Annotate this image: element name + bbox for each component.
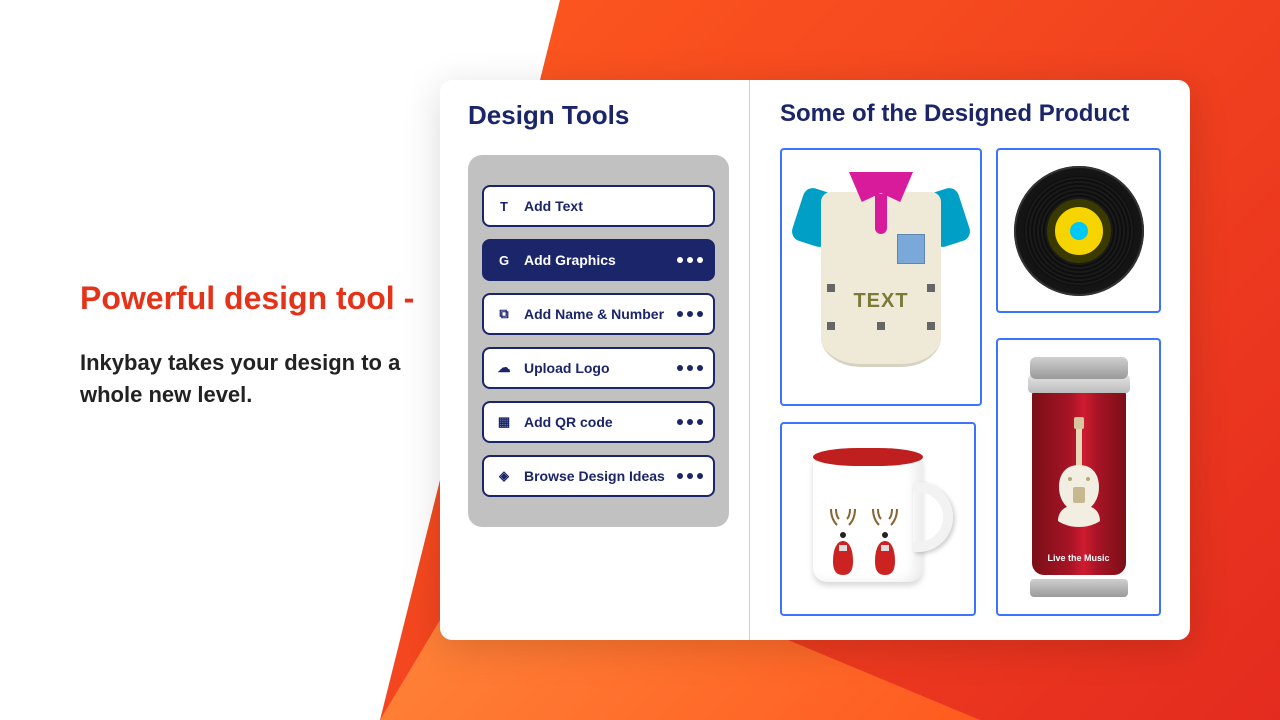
tool-add-name-number[interactable]: ⧉ Add Name & Number [482,293,715,335]
tool-add-text[interactable]: T Add Text [482,185,715,227]
more-dots-icon [677,365,703,371]
reindeer-icon [825,505,861,580]
product-shirt[interactable]: TEXT [780,148,982,406]
tool-label: Browse Design Ideas [524,468,667,484]
design-tools-panel: T Add Text G Add Graphics ⧉ Add Name & Number… [468,155,729,527]
more-dots-icon [677,257,703,263]
tumbler-text-label: Live the Music [1024,553,1134,563]
tool-label: Add Graphics [524,252,667,268]
mug-illustration [803,444,953,594]
hero-title: Powerful design tool - [80,280,440,317]
tool-add-graphics[interactable]: G Add Graphics [482,239,715,281]
design-tools-column: Design Tools T Add Text G Add Graphics ⧉ Add … [440,80,750,640]
upload-icon: ☁ [494,358,514,378]
vinyl-record-icon [1014,166,1144,296]
reindeer-icon [867,505,903,580]
shirt-illustration: TEXT [801,172,961,382]
more-dots-icon [677,419,703,425]
ideas-icon: ◈ [494,466,514,486]
designed-products-column: Some of the Designed Product TEXT [750,80,1190,640]
product-mug[interactable] [780,422,976,616]
more-dots-icon [677,473,703,479]
tool-label: Add QR code [524,414,667,430]
tool-add-qr-code[interactable]: ▦ Add QR code [482,401,715,443]
shirt-text-label: TEXT [831,290,931,313]
text-icon: T [494,196,514,216]
design-tools-heading: Design Tools [468,100,729,131]
hero-subtitle: Inkybay takes your design to a whole new… [80,347,440,411]
designed-products-grid: TEXT [780,148,1162,618]
product-record[interactable] [996,148,1161,313]
main-card: Design Tools T Add Text G Add Graphics ⧉ Add … [440,80,1190,640]
qr-icon: ▦ [494,412,514,432]
tool-label: Add Name & Number [524,306,667,322]
name-number-icon: ⧉ [494,304,514,324]
tool-label: Upload Logo [524,360,667,376]
tool-upload-logo[interactable]: ☁ Upload Logo [482,347,715,389]
designed-products-heading: Some of the Designed Product [780,100,1162,128]
tumbler-illustration: Live the Music [1024,357,1134,597]
tool-label: Add Text [524,198,703,214]
guitar-icon [1056,417,1102,532]
graphics-icon: G [494,250,514,270]
hero-section: Powerful design tool - Inkybay takes you… [80,280,440,411]
tool-browse-design-ideas[interactable]: ◈ Browse Design Ideas [482,455,715,497]
more-dots-icon [677,311,703,317]
product-tumbler[interactable]: Live the Music [996,338,1161,616]
